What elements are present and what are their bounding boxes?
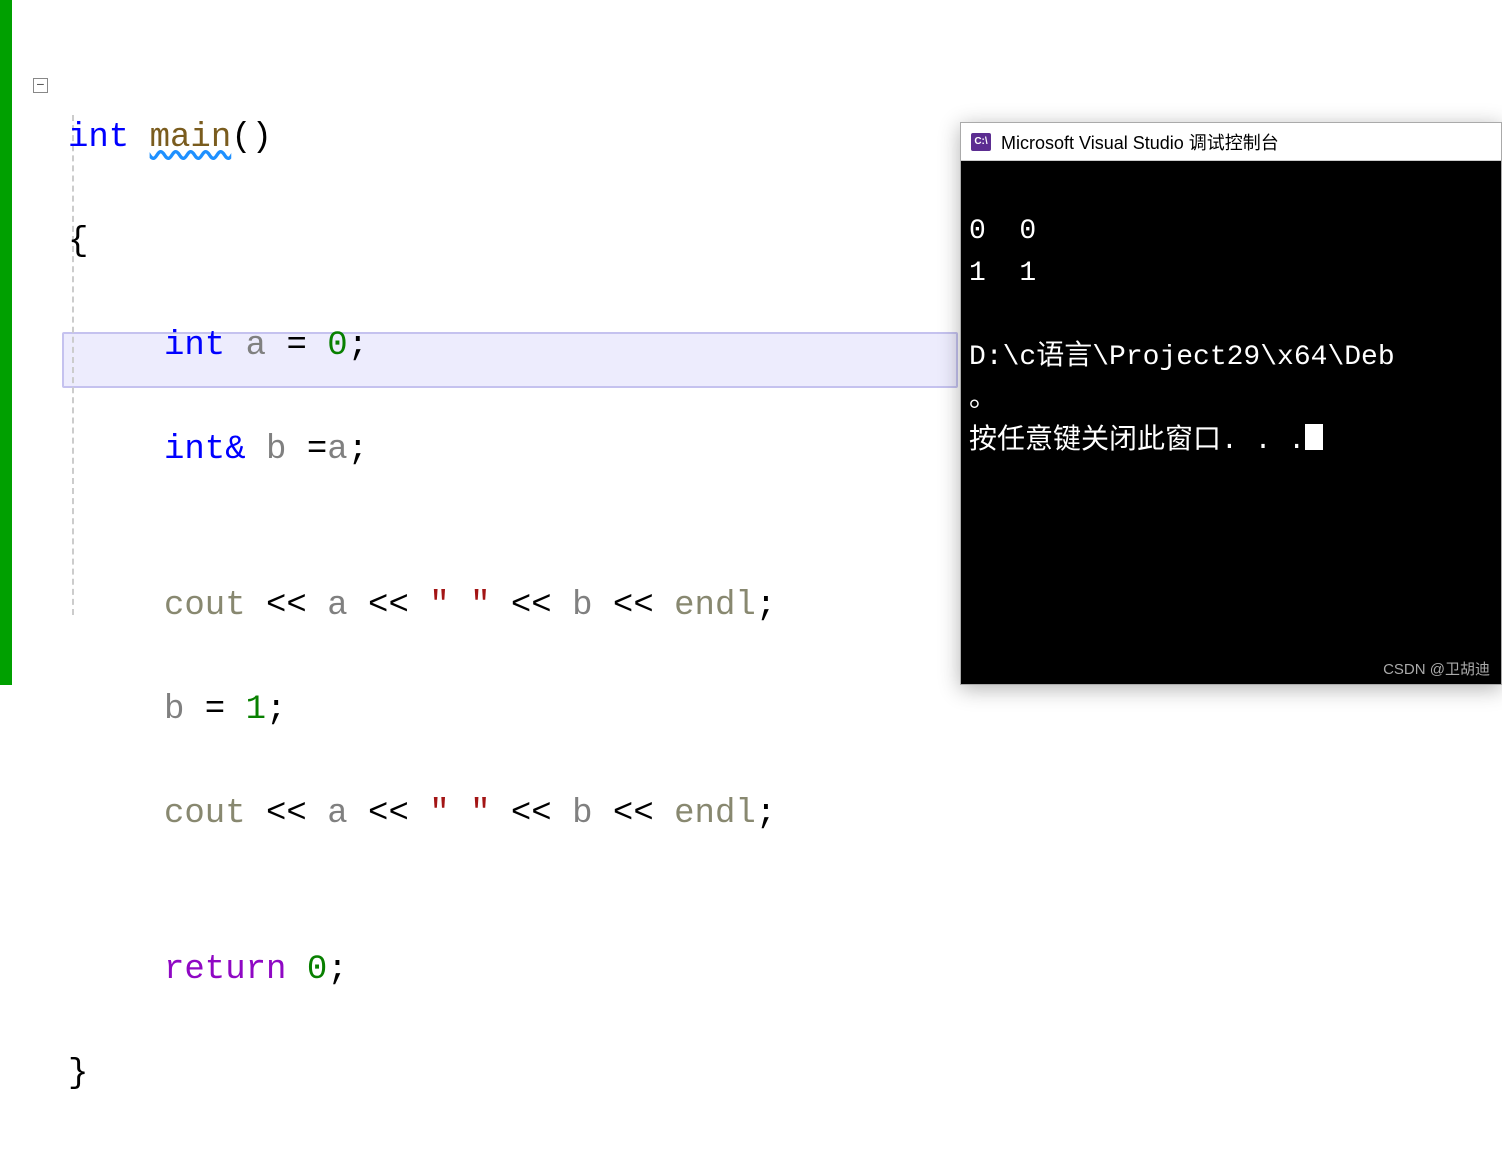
keyword-type: int (68, 119, 129, 157)
console-line: 1 1 (969, 258, 1036, 289)
identifier: a (225, 327, 286, 365)
stream-cout: cout (164, 587, 246, 625)
string-literal: " " (429, 795, 490, 833)
code-line: int& b =a; (12, 424, 960, 476)
watermark-text: CSDN @卫胡迪 (1383, 658, 1490, 679)
console-line: 按任意键关闭此窗口. . . (969, 426, 1305, 457)
code-line: } (12, 1048, 960, 1100)
identifier: b (164, 691, 184, 729)
stream-endl: endl (674, 587, 756, 625)
string-literal: " " (429, 587, 490, 625)
code-line: cout << a << " " << b << endl; (12, 580, 960, 632)
keyword-type: int (164, 431, 225, 469)
console-line: 。 (969, 384, 997, 415)
console-line: 0 0 (969, 216, 1036, 247)
keyword-type: int (164, 327, 225, 365)
identifier: a (327, 795, 347, 833)
console-title: Microsoft Visual Studio 调试控制台 (1001, 129, 1279, 155)
code-line: cout << a << " " << b << endl; (12, 788, 960, 840)
code-line: int main() (12, 112, 960, 164)
identifier: b (572, 587, 592, 625)
console-output[interactable]: 0 0 1 1 D:\c语言\Project29\x64\Deb 。 按任意键关… (961, 161, 1501, 513)
console-app-icon: C:\ (971, 133, 991, 151)
stream-cout: cout (164, 795, 246, 833)
number-literal: 0 (286, 951, 327, 989)
function-name: main (150, 119, 232, 157)
identifier: a (327, 431, 347, 469)
code-editor[interactable]: int main() { int a = 0; int& b =a; cout … (12, 60, 960, 1152)
code-line: int a = 0; (12, 320, 960, 372)
number-literal: 0 (307, 327, 348, 365)
identifier: a (327, 587, 347, 625)
console-title-bar[interactable]: C:\ Microsoft Visual Studio 调试控制台 (961, 123, 1501, 161)
identifier: b (572, 795, 592, 833)
keyword-return: return (164, 951, 286, 989)
change-marker-bar (0, 0, 12, 685)
console-line: D:\c语言\Project29\x64\Deb (969, 342, 1395, 373)
parens: () (231, 119, 272, 157)
code-line: b = 1; (12, 684, 960, 736)
code-line: return 0; (12, 944, 960, 996)
identifier: b (266, 431, 307, 469)
stream-endl: endl (674, 795, 756, 833)
code-line: { (12, 216, 960, 268)
debug-console-window[interactable]: C:\ Microsoft Visual Studio 调试控制台 0 0 1 … (960, 122, 1502, 685)
cursor-icon (1305, 424, 1323, 450)
number-literal: 1 (246, 691, 266, 729)
